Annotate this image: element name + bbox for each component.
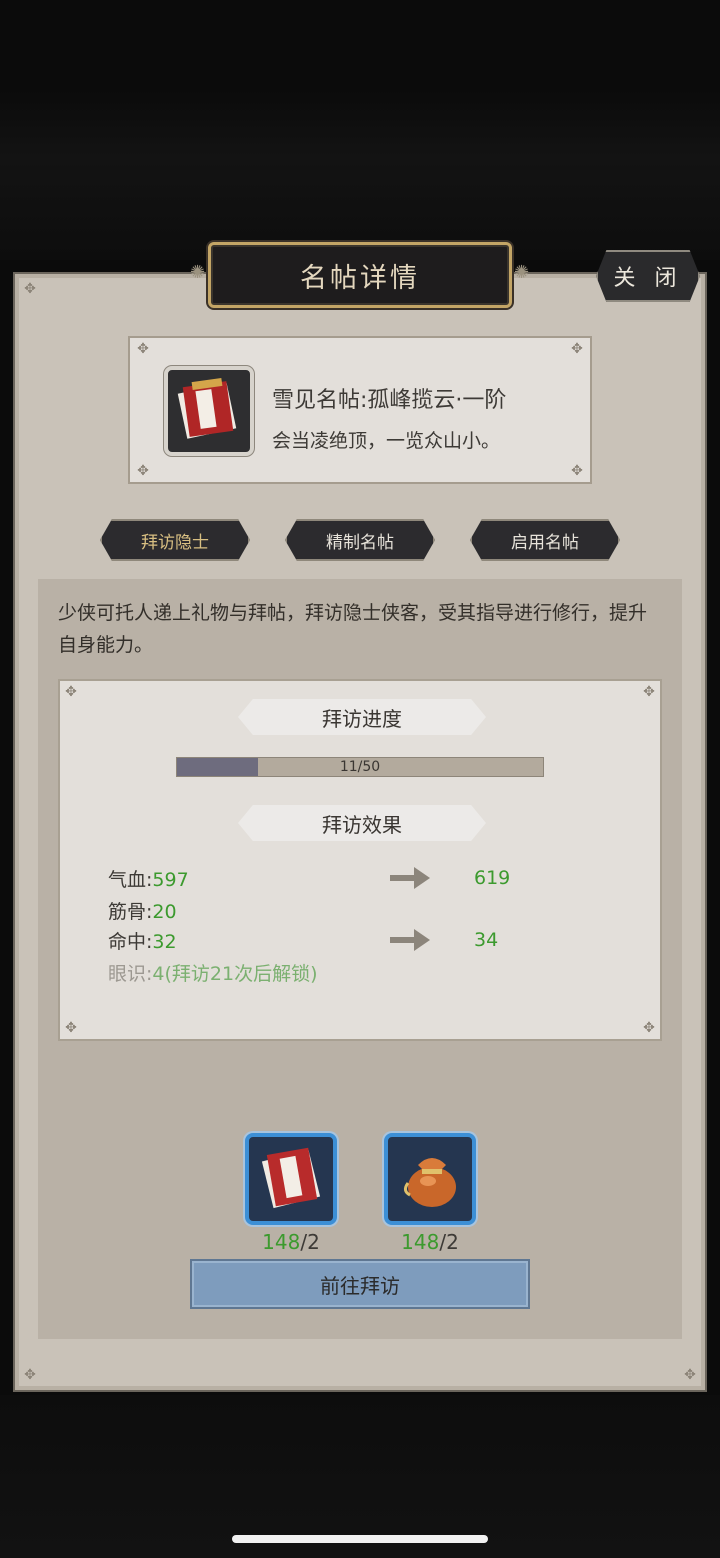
cost-have: 148 [262,1230,301,1254]
tab-label: 拜访隐士 [141,532,209,553]
stat-row: 筋骨:20 [108,897,177,924]
stat-value: 32 [152,931,177,953]
title-ornament-left-icon: ✺ [190,262,206,283]
corner-ornament-icon: ✥ [571,463,583,479]
corner-ornament-icon: ✥ [684,1367,696,1383]
stat-name: 命中: [108,931,153,953]
item-name: 雪见名帖:孤峰揽云·一阶 [272,388,507,413]
visit-progress-bar: 11/50 [176,757,544,777]
tab-refine-card[interactable]: 精制名帖 [285,519,435,561]
gift-pouch-icon[interactable] [384,1133,476,1225]
title-ornament-right-icon: ✺ [514,262,530,283]
arrow-right-icon [390,867,430,889]
tab-label: 精制名帖 [326,532,394,553]
invitation-card-icon[interactable] [164,366,254,456]
cost-count: 148/2 [384,1230,476,1254]
stat-name: 眼识: [108,963,153,985]
stat-value: 597 [152,869,189,891]
arrow-right-icon [390,929,430,951]
go-visit-button[interactable]: 前往拜访 [190,1259,530,1309]
item-card: ✥ ✥ ✥ ✥ 雪见名帖:孤峰揽云·一阶 会当凌绝顶，一览众山小。 [128,336,592,484]
title-plate: 名帖详情 [208,242,512,308]
item-description: 会当凌绝顶，一览众山小。 [272,430,501,452]
effect-heading: 拜访效果 [238,805,486,841]
tab-label: 启用名帖 [511,532,579,553]
corner-ornament-icon: ✥ [137,341,149,357]
page-title: 名帖详情 [300,262,420,294]
progress-heading: 拜访进度 [238,699,486,735]
stat-row: 命中:32 [108,927,177,954]
progress-label: 11/50 [339,759,381,775]
stat-next-value: 34 [474,929,499,951]
cost-have: 148 [401,1230,440,1254]
stat-row: 气血:597 [108,865,189,892]
stat-next-value: 619 [474,867,511,889]
corner-ornament-icon: ✥ [137,463,149,479]
corner-ornament-icon: ✥ [643,1020,655,1036]
go-visit-label: 前往拜访 [320,1273,400,1298]
background-scene [0,90,720,260]
corner-ornament-icon: ✥ [24,281,36,297]
close-button-label: 关 闭 [613,266,683,291]
tab-enable-card[interactable]: 启用名帖 [470,519,620,561]
tab-visit-hermit[interactable]: 拜访隐士 [100,519,250,561]
cost-need: /2 [439,1230,459,1254]
intro-text: 少侠可托人递上礼物与拜帖，拜访隐士侠客，受其指导进行修行，提升自身能力。 [58,602,648,656]
background-bottom [0,1395,720,1558]
stat-name: 气血: [108,869,153,891]
corner-ornament-icon: ✥ [643,684,655,700]
home-indicator[interactable] [232,1535,488,1543]
effect-box: ✥ ✥ ✥ ✥ 拜访进度 11/50 拜访效果 气血:597 619 筋骨:20… [58,679,662,1041]
corner-ornament-icon: ✥ [24,1367,36,1383]
corner-ornament-icon: ✥ [65,1020,77,1036]
stat-row-locked: 眼识:4(拜访21次后解锁) [108,959,318,986]
stat-value: 4(拜访21次后解锁) [152,963,318,985]
close-button[interactable]: 关 闭 [596,250,700,302]
invitation-card-icon[interactable] [245,1133,337,1225]
content-area: 少侠可托人递上礼物与拜帖，拜访隐士侠客，受其指导进行修行，提升自身能力。 ✥ ✥… [38,579,682,1339]
cost-count: 148/2 [245,1230,337,1254]
corner-ornament-icon: ✥ [65,684,77,700]
stat-name: 筋骨: [108,901,153,923]
corner-ornament-icon: ✥ [571,341,583,357]
stat-value: 20 [152,901,177,923]
cost-need: /2 [300,1230,320,1254]
